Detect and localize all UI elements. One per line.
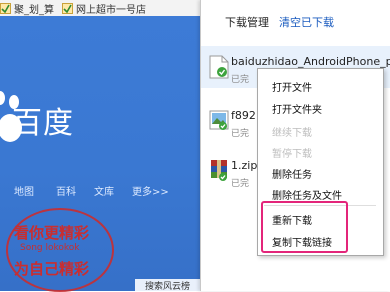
watermark-line2: Song lokokok — [20, 243, 80, 253]
annotation-highlight-box — [261, 201, 348, 253]
nav-link-more[interactable]: 更多>> — [132, 183, 169, 198]
download-item-status: 已完 — [231, 75, 250, 85]
menu-item-delete-task[interactable]: 删除任务 — [272, 166, 312, 181]
download-item-name: 1.zip — [231, 159, 258, 172]
nav-link-baike[interactable]: 百科 — [56, 183, 76, 198]
browser-background-page: 聚_划_算 网上超市一号店 百度 地图 百科 文库 更多>> 看你更精彩 Son… — [0, 0, 200, 292]
baidu-logo-text: 百度 — [12, 106, 74, 141]
nav-link-wenku[interactable]: 文库 — [94, 183, 114, 198]
download-item-status: 已完 — [231, 179, 250, 189]
bookmark-juhuasuan[interactable]: 聚_划_算 — [0, 1, 54, 16]
nav-link-map[interactable]: 地图 — [14, 183, 34, 198]
bookmarks-bar: 聚_划_算 网上超市一号店 — [0, 0, 200, 17]
download-item-name: f892 — [231, 109, 256, 122]
panel-header: 下载管理 清空已下载 — [201, 0, 390, 38]
menu-item-pause-download[interactable]: 暂停下载 — [272, 145, 312, 160]
bookmark-icon — [0, 2, 11, 14]
panel-title: 下载管理 — [225, 16, 269, 29]
watermark-line3: 为自己精彩 — [14, 260, 90, 278]
menu-item-open-file[interactable]: 打开文件 — [272, 79, 312, 94]
hot-search-label: 搜索风云榜 — [145, 282, 191, 292]
menu-item-delete-task-and-file[interactable]: 删除任务及文件 — [272, 187, 342, 202]
zip-file-icon — [211, 160, 227, 181]
bookmark-label: 网上超市一号店 — [76, 4, 146, 16]
bookmark-label: 聚_划_算 — [14, 4, 54, 16]
hot-search-bar[interactable]: 搜索风云榜 — [135, 279, 200, 292]
image-file-icon — [209, 110, 229, 130]
download-item-name: baiduzhidao_AndroidPhone_pcb — [231, 55, 390, 68]
download-item-status: 已完 — [231, 129, 250, 139]
apk-file-icon — [209, 55, 229, 79]
menu-item-open-folder[interactable]: 打开文件夹 — [272, 101, 322, 116]
bookmark-icon — [62, 2, 73, 14]
menu-item-resume-download[interactable]: 继续下载 — [272, 124, 312, 139]
bookmark-yihaodian[interactable]: 网上超市一号店 — [62, 1, 146, 16]
clear-downloaded-link[interactable]: 清空已下载 — [279, 14, 334, 30]
watermark-line1: 看你更精彩 — [14, 224, 90, 242]
